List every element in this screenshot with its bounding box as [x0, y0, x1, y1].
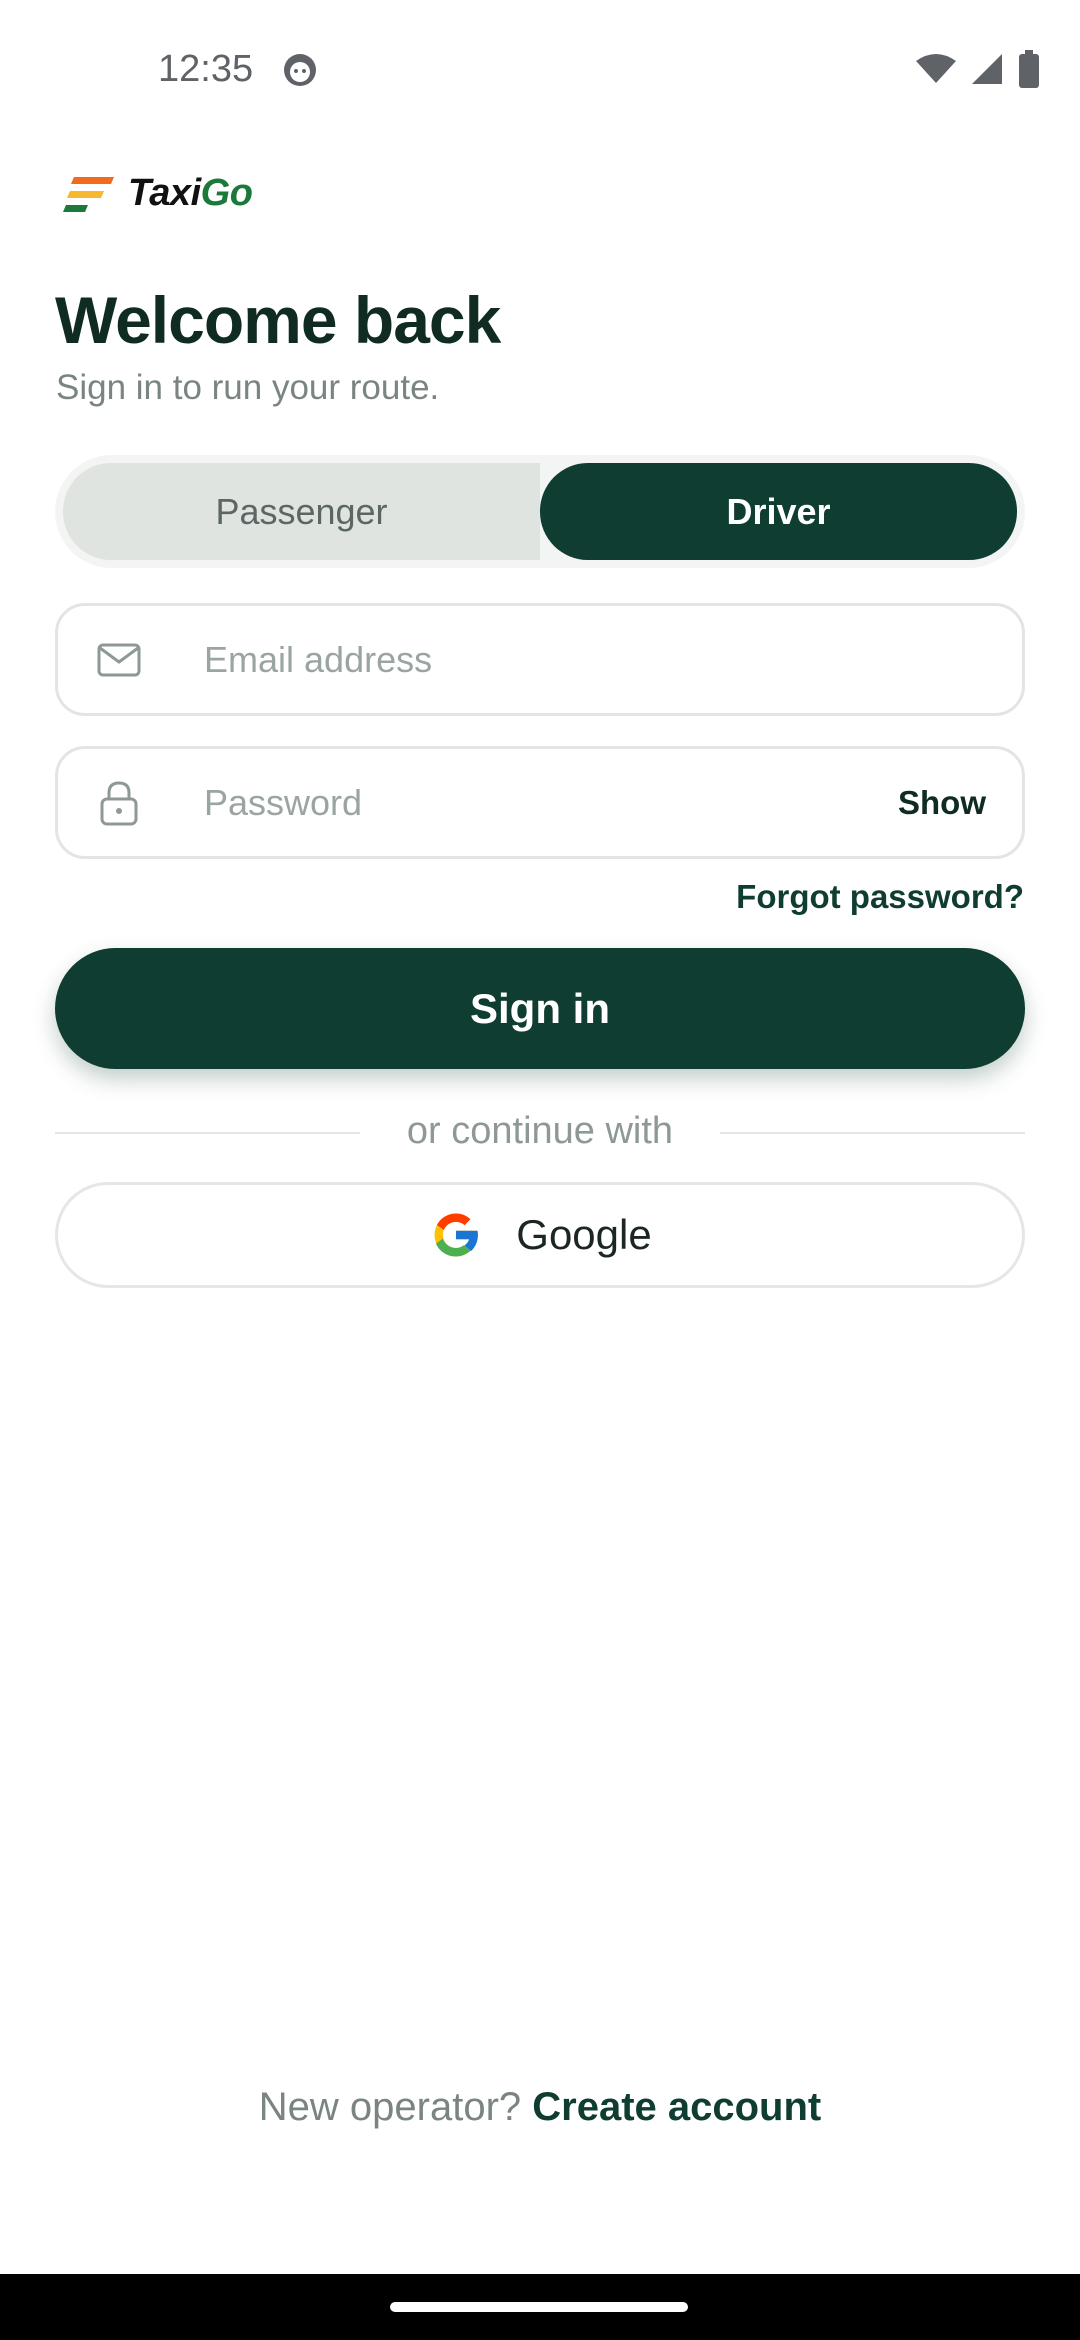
brand-logo: TaxiGo [62, 172, 253, 215]
page-subtitle: Sign in to run your route. [56, 368, 440, 407]
password-input[interactable] [204, 781, 898, 824]
login-screen: 12:35 TaxiGo Welcome back Sign in to run… [0, 0, 1080, 2340]
brand-name: TaxiGo [128, 172, 253, 215]
email-field [55, 603, 1025, 716]
signal-icon [970, 52, 1004, 91]
brand-name-part1: Taxi [128, 172, 201, 214]
google-button-label: Google [516, 1211, 652, 1258]
footer-prompt: New operator? [258, 2085, 533, 2129]
google-icon [428, 1207, 484, 1263]
home-indicator[interactable] [390, 2302, 688, 2312]
google-sign-in-button[interactable]: Google [55, 1182, 1025, 1288]
system-navigation-bar [0, 2274, 1080, 2340]
face-notification-icon [282, 52, 318, 88]
wifi-icon [916, 53, 956, 90]
create-account-footer: New operator? Create account [0, 2085, 1080, 2130]
sign-in-button[interactable]: Sign in [55, 948, 1025, 1069]
email-input[interactable] [204, 638, 1022, 681]
divider-line-right [720, 1132, 1025, 1134]
battery-icon [1018, 50, 1040, 93]
status-icons [916, 50, 1040, 93]
password-field: Show [55, 746, 1025, 859]
forgot-password-link[interactable]: Forgot password? [736, 878, 1024, 916]
status-time: 12:35 [158, 48, 254, 90]
status-bar: 12:35 [0, 0, 1080, 140]
lock-icon [94, 778, 144, 828]
brand-name-part2: Go [200, 172, 253, 214]
taxigo-logo-icon [62, 173, 118, 215]
role-option-driver[interactable]: Driver [540, 463, 1017, 560]
role-option-passenger[interactable]: Passenger [63, 463, 540, 560]
page-title: Welcome back [55, 283, 501, 357]
show-password-toggle[interactable]: Show [898, 784, 986, 822]
mail-icon [94, 635, 144, 685]
create-account-link[interactable]: Create account [532, 2085, 821, 2129]
social-divider: or continue with [55, 1110, 1025, 1160]
role-toggle: Passenger Driver [55, 455, 1025, 568]
